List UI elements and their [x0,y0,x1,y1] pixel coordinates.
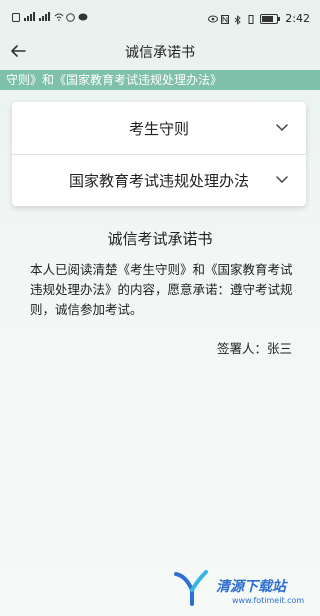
watermark-logo: 清源下载站 www.fotimeit.com [172,568,312,608]
notice-marquee: 守则》和《国家教育考试违规处理办法》 [0,70,320,90]
pledge-body: 本人已阅读清楚《考生守则》和《国家教育考试违规处理办法》的内容，愿意承诺：遵守考… [30,262,293,317]
message-icon [66,12,75,22]
vibrate-icon [247,14,255,24]
nfc-icon [221,14,230,24]
bluetooth-icon [234,14,242,25]
status-right-icons: 2:42 [208,12,310,25]
menu-item-label: 国家教育考试违规处理办法 [68,172,249,190]
status-time: 2:42 [285,12,310,25]
status-left-icons [12,12,88,22]
watermark-url: www.fotimeit.com [232,596,305,605]
chevron-down-icon [276,124,288,132]
sim-icon [12,12,20,22]
watermark-text: 清源下载站 [216,579,286,595]
signal-icon [24,12,35,21]
signal-icon-2 [39,12,50,21]
marquee-text: 守则》和《国家教育考试违规处理办法》 [6,73,223,87]
chevron-down-icon [276,176,288,184]
rules-menu-card: 考生守则 国家教育考试违规处理办法 [12,102,306,206]
pledge-title: 诚信考试承诺书 [107,230,213,248]
menu-item-exam-rules[interactable]: 考生守则 [12,102,306,155]
app-header: 诚信承诺书 [0,38,320,66]
chat-icon [78,13,88,21]
menu-item-violation-rules[interactable]: 国家教育考试违规处理办法 [12,154,306,206]
menu-item-label: 考生守则 [128,120,189,138]
page-title: 诚信承诺书 [125,45,195,61]
watermark-y-icon [174,570,208,606]
battery-icon [260,13,281,24]
wifi-icon [54,13,64,21]
status-bar: 2:42 [0,0,320,40]
eye-icon [208,15,219,23]
pledge-signature: 签署人：张三 [216,341,292,356]
